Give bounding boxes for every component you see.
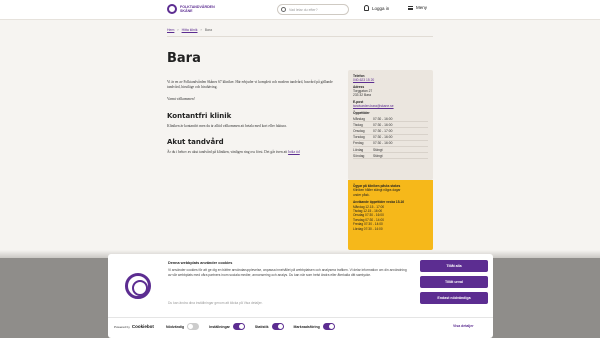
breadcrumb: Hem › Hitta klinik › Bara (167, 28, 213, 32)
cookie-more-text: Du kan ändra dina inställningar genom at… (168, 301, 263, 305)
toggle-switch[interactable] (271, 323, 284, 330)
email-link[interactable]: tandvarden.bara@skane.se (353, 104, 394, 108)
acute-text: Är du i behov av akut tandvård på klinik… (167, 150, 300, 154)
clinic-info-card: Telefon 040-623 15 20 Adress Torggatan 2… (348, 70, 433, 180)
logo-icon (167, 4, 177, 14)
toggle-marketing[interactable]: Marknadsföring (294, 323, 335, 330)
allow-selection-button[interactable]: Tillåt urval (420, 276, 488, 288)
toggle-statistics[interactable]: Statistik (255, 323, 284, 330)
toggle-necessary[interactable]: Nödvändig (166, 323, 200, 330)
search-input[interactable]: Vad letar du efter? (277, 4, 349, 15)
login-label: Logga in (372, 5, 390, 11)
necessary-only-button[interactable]: Endast nödvändiga (420, 292, 488, 304)
divider (167, 36, 433, 37)
allow-all-button[interactable]: Tillåt alla (420, 260, 488, 272)
page-title: Bara (167, 51, 201, 66)
book-link[interactable]: boka tid (288, 150, 300, 154)
search-placeholder: Vad letar du efter? (289, 7, 318, 12)
cookie-body: Vi använder cookies för att ge dig en bä… (168, 268, 407, 277)
logo[interactable]: FOLKTANDVÅRDEN SKÅNE (167, 4, 215, 14)
intro-text: Vi är en av Folktandvården Skånes 67 kli… (167, 80, 333, 89)
login-button[interactable]: Logga in (364, 5, 389, 11)
menu-label: Meny (416, 5, 428, 10)
user-icon (364, 5, 369, 11)
breadcrumb-find-clinic[interactable]: Hitta klinik (182, 28, 198, 32)
toggle-switch[interactable] (322, 323, 335, 330)
notice-line: under påsk. (353, 192, 370, 197)
notice-box: Ögyar på kliniken påsks stakes Kliniken … (348, 180, 433, 250)
phone-link[interactable]: 040-623 15 20 (353, 78, 374, 82)
hours-label: Öppettider (353, 111, 370, 115)
hamburger-icon (408, 5, 413, 10)
heading-contactless: Kontantfri klinik (167, 112, 232, 120)
breadcrumb-current: Bara (204, 28, 213, 32)
contactless-text: Kliniken är kontantfri men du är alltid … (167, 124, 287, 128)
welcome-text: Varmt välkommen! (167, 97, 195, 101)
logo-text: FOLKTANDVÅRDEN SKÅNE (180, 5, 215, 13)
consent-toggles: Nödvändig Inställningar Statistik Markna… (166, 323, 335, 330)
divider (108, 317, 493, 318)
cookiebot-badge[interactable]: Powered by Cookiebot (114, 324, 154, 329)
cookie-title: Denna webbplats använder cookies (168, 261, 233, 265)
notice-row: Lördag 07:30 - 14:00 (353, 226, 383, 231)
search-icon (281, 7, 286, 12)
toggle-switch[interactable] (187, 323, 200, 330)
cookie-dialog: Denna webbplats använder cookies Vi anvä… (108, 254, 493, 338)
breadcrumb-home[interactable]: Hem (167, 28, 174, 32)
heading-acute: Akut tandvård (167, 138, 224, 146)
menu-button[interactable]: Meny (408, 5, 427, 10)
hours-row: Söndag Stängt (353, 153, 428, 160)
hours-table: Måndag 07:30 - 16:00 Tisdag 07:30 - 16:00 … (353, 116, 428, 160)
address-line: 233 32 Bara (353, 93, 371, 97)
site-header: FOLKTANDVÅRDEN SKÅNE Vad letar du efter?… (0, 0, 600, 20)
show-details-link[interactable]: Visa detaljer (453, 324, 474, 328)
cookie-logo-icon (125, 273, 151, 299)
toggle-preferences[interactable]: Inställningar (209, 323, 245, 330)
toggle-switch[interactable] (232, 323, 245, 330)
